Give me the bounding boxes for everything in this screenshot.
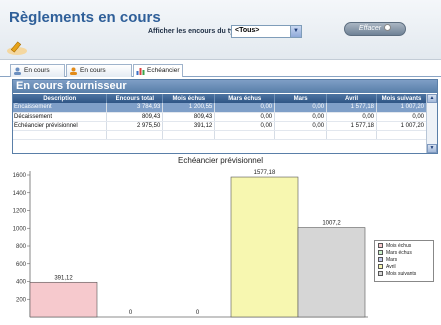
table-row[interactable]: Décaissement 809,43 809,43 0,00 0,00 0,0… [13,112,427,122]
legend-label: Mois suivants [386,271,417,277]
table-header-row: Description Encours total Mois échus Mar… [13,94,427,103]
table-cell: 2 975,50 [106,121,164,131]
column-header[interactable]: Mois suivants [376,94,427,103]
y-tick-label: 800 [16,244,27,250]
filter-label: Afficher les encours du type [148,28,243,35]
table-row[interactable]: Encaissement 3 784,93 1 200,55 0,00 0,00… [13,103,427,113]
bar-mois-chus [29,281,98,318]
table-cell: 391,12 [162,121,216,131]
y-tick-label: 1200 [13,209,27,215]
tab-label: Echéancier [147,67,180,74]
chart-title: Echéancier prévisionnel [178,156,263,165]
bar-chart-icon [136,68,145,75]
scroll-up-icon[interactable]: ▲ [427,94,437,103]
y-tick-label: 400 [16,280,27,286]
legend-item: Mois échus [378,243,430,250]
table-cell: Echéancier prévisionnel [13,121,108,131]
type-filter-value: <Tous> [235,27,260,34]
y-tick-label: 1000 [13,226,27,232]
page-title: Règlements en cours [9,9,161,26]
data-label: 1577,18 [254,170,276,176]
table-cell: 0,00 [214,121,276,131]
data-label: 391,12 [54,275,73,281]
supplier-panel: En cours fournisseur Description Encours… [12,79,438,154]
scroll-down-icon[interactable]: ▼ [427,144,437,153]
column-header[interactable]: Description [13,94,108,103]
tab-en-cours-client[interactable]: En cours client [10,64,65,86]
table-cell: Encaissement [13,103,108,113]
table-cell: 1 577,18 [326,121,378,131]
window: Règlements en cours Afficher les encours… [0,0,441,325]
table-cell: 809,43 [106,112,164,122]
legend-swatch [378,257,383,262]
legend-swatch [378,264,383,269]
column-header[interactable]: Mars [274,94,328,103]
table-cell: 0,00 [274,112,328,122]
legend-item: Mars échus [378,250,430,257]
table-cell: 1 007,20 [376,121,427,131]
table-cell: 1 007,20 [376,103,427,113]
data-label: 0 [129,310,133,316]
legend-item: Mois suivants [378,271,430,278]
legend-swatch [378,271,383,276]
clear-button[interactable]: Effacer [344,22,406,36]
table-cell: 0,00 [376,112,427,122]
legend-item: Mars [378,257,430,264]
table-row[interactable]: Echéancier prévisionnel 2 975,50 391,12 … [13,121,427,131]
data-label: 0 [196,310,200,316]
table-cell: 3 784,93 [106,103,164,113]
tab-echeancier[interactable]: Echéancier [133,64,183,77]
table-cell: 0,00 [214,103,276,113]
bar-mois-suivants [297,227,366,318]
header: Règlements en cours Afficher les encours… [0,0,441,60]
table-cell: 1 200,55 [162,103,216,113]
table-cell: 0,00 [326,112,378,122]
table-row-empty [13,130,427,140]
column-header[interactable]: Encours total [106,94,164,103]
column-header[interactable]: Mars échus [214,94,276,103]
table-scrollbar[interactable]: ▲ ▼ [426,94,437,153]
table-cell: 0,00 [214,112,276,122]
legend-label: Mars échus [386,250,412,256]
legend-label: Mois échus [386,243,412,249]
panel-title: En cours fournisseur [13,80,437,93]
eraser-icon [384,24,392,31]
table-cell: Décaissement [13,112,108,122]
y-tick-label: 1400 [13,191,27,197]
legend-swatch [378,243,383,248]
table-cell: 0,00 [274,103,328,113]
table-cell: 809,43 [162,112,216,122]
y-tick-label: 200 [16,297,27,303]
column-header[interactable]: Mois échus [162,94,216,103]
table-cell: 0,00 [274,121,328,131]
legend-swatch [378,250,383,255]
chevron-down-icon[interactable]: ▼ [290,26,301,37]
user-icon [14,67,21,75]
y-tick-label: 600 [16,262,27,268]
legend-item: Avril [378,264,430,271]
supplier-icon [70,67,77,75]
pencil-icon [7,41,27,55]
legend-label: Avril [386,264,396,270]
tab-en-cours-fournisseur[interactable]: En cours fournisseur [66,64,132,86]
chart-legend: Mois échus Mars échus Mars Avril Mois suivan… [374,240,434,282]
tab-bar: En cours client En cours fournisseur Ech… [0,62,441,86]
legend-label: Mars [386,257,398,263]
clear-button-label: Effacer [358,25,382,32]
type-filter-select[interactable]: <Tous> ▼ [231,25,302,38]
column-header[interactable]: Avril [326,94,378,103]
encours-table: Description Encours total Mois échus Mar… [13,94,427,140]
bar-avril [230,176,299,318]
y-tick-label: 1600 [13,173,27,179]
table-cell: 1 577,18 [326,103,378,113]
data-label: 1007,2 [322,221,341,227]
